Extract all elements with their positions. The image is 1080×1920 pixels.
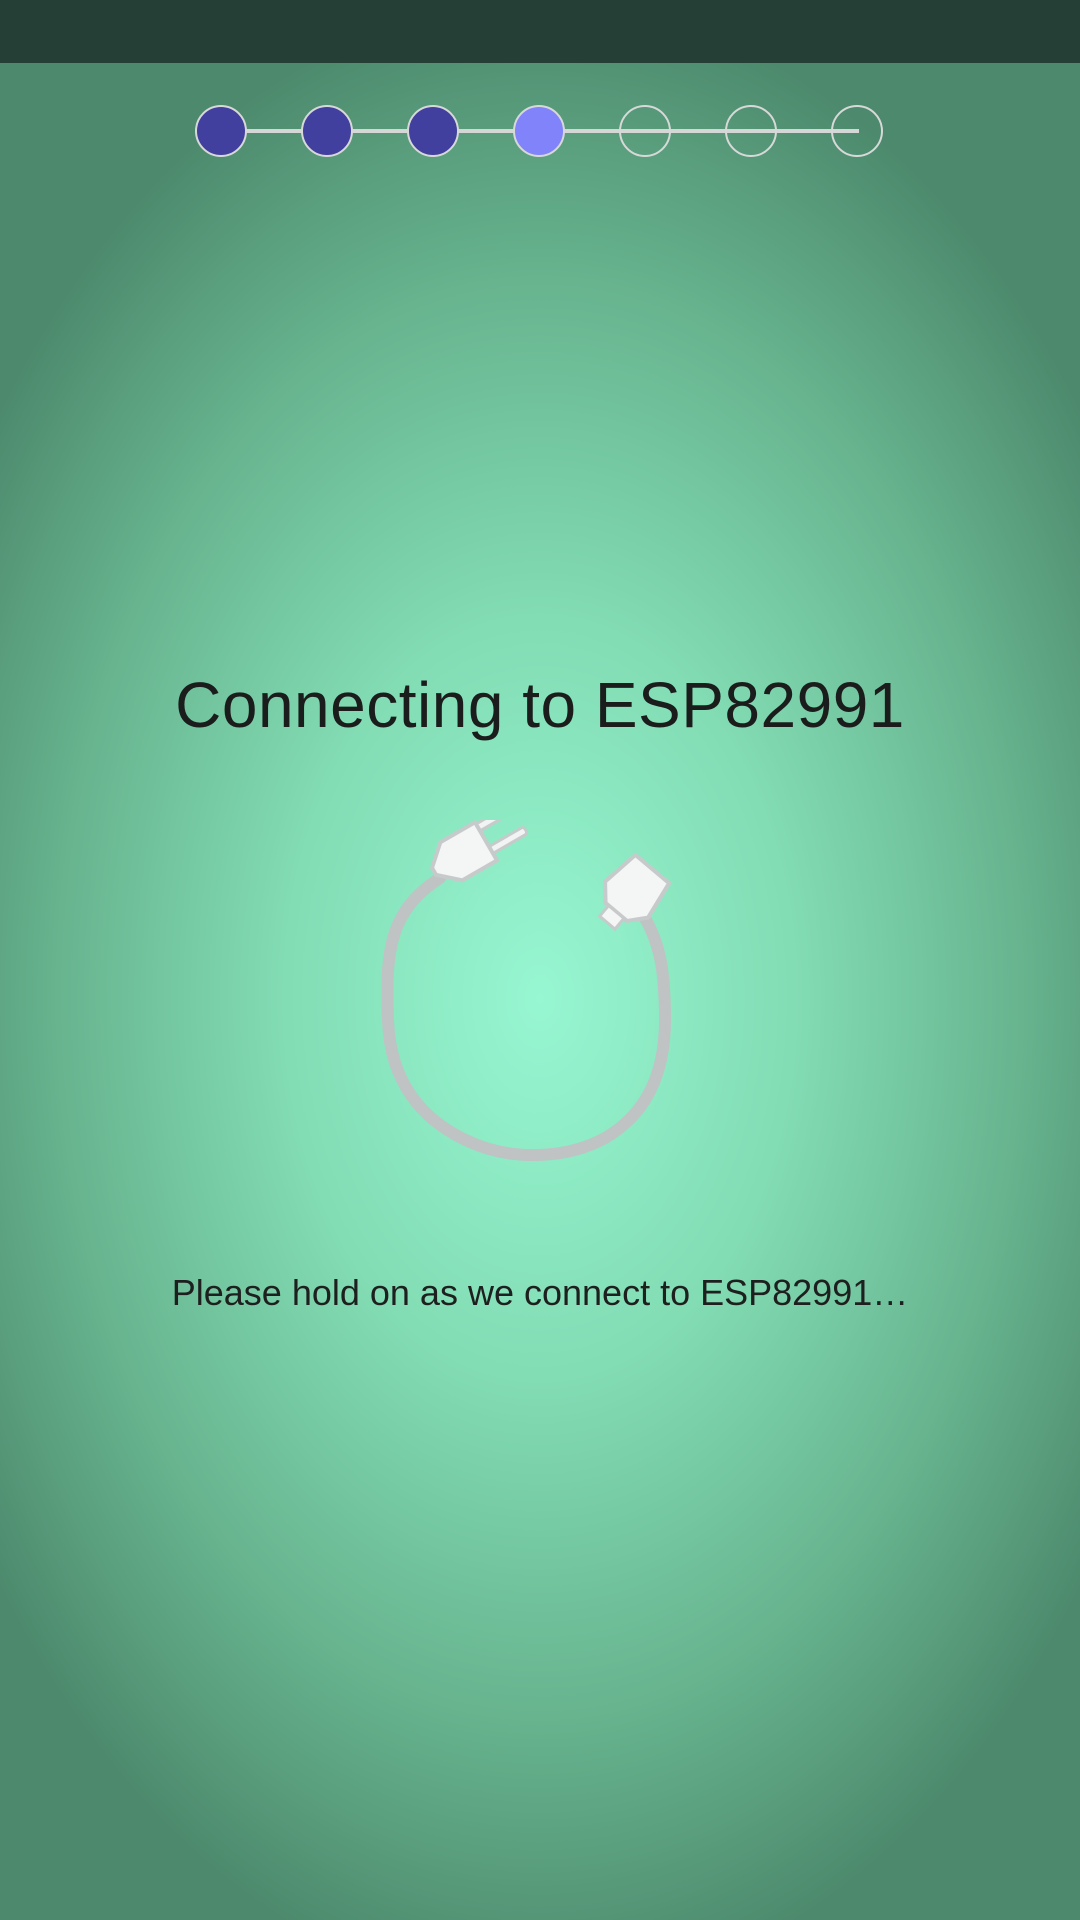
step-6-indicator [725, 105, 777, 157]
step-5-indicator [619, 105, 671, 157]
status-bar [0, 0, 1080, 63]
step-4-indicator [513, 105, 565, 157]
step-1-indicator [195, 105, 247, 157]
step-3-indicator [407, 105, 459, 157]
status-message: Please hold on as we connect to ESP82991… [171, 1272, 909, 1313]
step-7-indicator [831, 105, 883, 157]
page-title: Connecting to ESP82991 [175, 669, 905, 741]
unplugged-cable-icon [360, 803, 720, 1200]
progress-stepper [195, 105, 885, 157]
step-2-indicator [301, 105, 353, 157]
